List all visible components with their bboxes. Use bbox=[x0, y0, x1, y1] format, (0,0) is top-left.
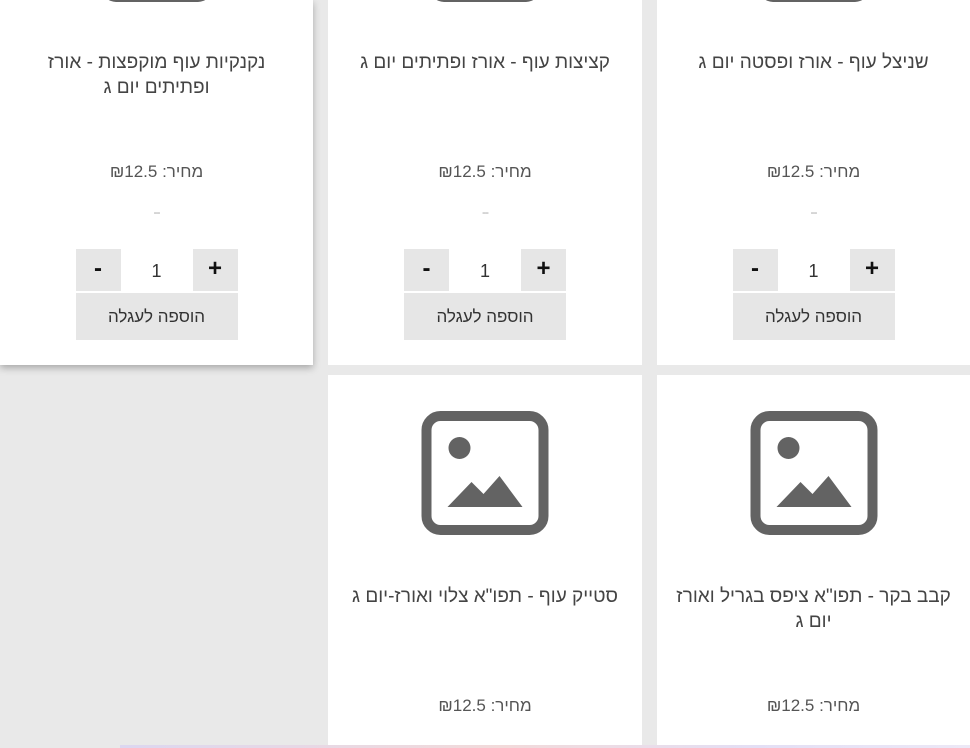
product-price: מחיר: ₪12.5 bbox=[438, 162, 532, 181]
decrease-quantity-button[interactable]: - bbox=[75, 249, 121, 291]
image-placeholder-icon bbox=[750, 411, 877, 535]
product-title: נקנקיות עוף מוקפצות - אורז ופתיתים יום ג bbox=[47, 52, 266, 98]
quantity-input[interactable] bbox=[449, 249, 521, 293]
add-to-cart-button[interactable]: הוספה לעגלה bbox=[75, 293, 238, 340]
increase-quantity-button[interactable]: + bbox=[521, 249, 566, 291]
product-card: קבב בקר - תפו"א ציפס בגריל ואורז יום ג מ… bbox=[657, 375, 970, 748]
quantity-stepper: - + bbox=[75, 249, 238, 293]
decrease-quantity-button[interactable]: - bbox=[732, 249, 778, 291]
product-price: מחיר: ₪12.5 bbox=[438, 696, 532, 715]
image-placeholder-icon bbox=[101, 0, 212, 2]
product-title: קבב בקר - תפו"א ציפס בגריל ואורז יום ג bbox=[676, 586, 951, 632]
product-dash: -- bbox=[810, 205, 818, 219]
product-dash: -- bbox=[153, 205, 161, 219]
product-card: שניצל עוף - אורז ופסטה יום ג מחיר: ₪12.5… bbox=[657, 0, 970, 365]
product-card: קציצות עוף - אורז ופתיתים יום ג מחיר: ₪1… bbox=[328, 0, 642, 365]
decrease-quantity-button[interactable]: - bbox=[404, 249, 449, 291]
quantity-input[interactable] bbox=[777, 249, 850, 293]
product-title: קציצות עוף - אורז ופתיתים יום ג bbox=[360, 52, 610, 73]
product-price: מחיר: ₪12.5 bbox=[109, 162, 204, 181]
quantity-stepper: - + bbox=[732, 249, 895, 293]
quantity-stepper: - + bbox=[404, 249, 566, 293]
increase-quantity-button[interactable]: + bbox=[192, 249, 238, 291]
product-title: סטייק עוף - תפו"א צלוי ואורז-יום ג bbox=[352, 586, 618, 607]
product-card: נקנקיות עוף מוקפצות - אורז ופתיתים יום ג… bbox=[0, 0, 313, 365]
increase-quantity-button[interactable]: + bbox=[849, 249, 895, 291]
product-dash: -- bbox=[482, 205, 489, 219]
quantity-input[interactable] bbox=[120, 249, 193, 293]
image-placeholder-icon bbox=[758, 0, 869, 2]
product-price: מחיר: ₪12.5 bbox=[766, 162, 861, 181]
product-card: סטייק עוף - תפו"א צלוי ואורז-יום ג מחיר:… bbox=[328, 375, 642, 748]
add-to-cart-button[interactable]: הוספה לעגלה bbox=[404, 293, 566, 340]
product-price: מחיר: ₪12.5 bbox=[766, 696, 861, 715]
image-placeholder-icon bbox=[421, 411, 549, 535]
product-grid: נקנקיות עוף מוקפצות - אורז ופתיתים יום ג… bbox=[0, 0, 970, 748]
image-placeholder-icon bbox=[430, 0, 540, 2]
product-title: שניצל עוף - אורז ופסטה יום ג bbox=[698, 52, 929, 73]
add-to-cart-button[interactable]: הוספה לעגלה bbox=[732, 293, 895, 340]
